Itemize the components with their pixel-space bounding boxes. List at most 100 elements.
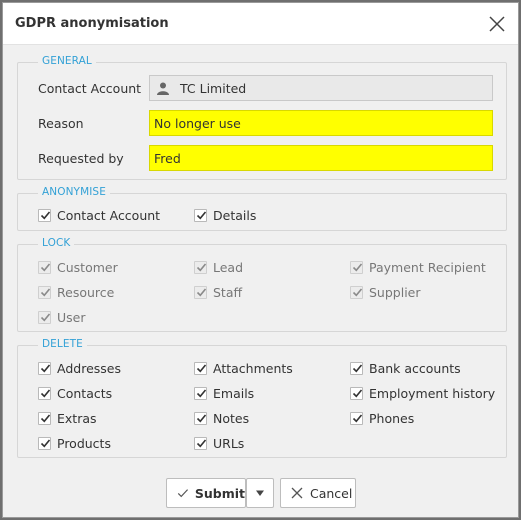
checkbox-box bbox=[38, 260, 51, 274]
checkbox-label: Details bbox=[213, 207, 257, 223]
anonymise-checkbox-contact-account[interactable]: Contact Account bbox=[38, 207, 160, 223]
checkbox-box bbox=[350, 411, 363, 425]
lock-legend: LOCK bbox=[38, 237, 75, 249]
checkbox-label: Addresses bbox=[57, 360, 121, 376]
delete-checkbox-employment-history[interactable]: Employment history bbox=[350, 385, 495, 401]
delete-checkbox-bank-accounts[interactable]: Bank accounts bbox=[350, 360, 461, 376]
user-icon bbox=[157, 82, 169, 95]
contact-account-field: TC Limited bbox=[149, 75, 493, 101]
close-button[interactable] bbox=[486, 13, 508, 35]
anonymise-section: ANONYMISE Contact Account Details bbox=[17, 186, 507, 231]
delete-checkbox-urls[interactable]: URLs bbox=[194, 435, 244, 451]
checkbox-box bbox=[38, 411, 51, 425]
checkbox-label: Attachments bbox=[213, 360, 293, 376]
submit-dropdown-button[interactable] bbox=[246, 478, 274, 508]
checkbox-box bbox=[194, 361, 207, 375]
lock-checkbox-lead: Lead bbox=[194, 259, 243, 275]
checkmark-icon bbox=[196, 438, 207, 447]
lock-section: LOCK Customer Lead Payment Recipient Resour… bbox=[17, 237, 507, 332]
anonymise-checkbox-details[interactable]: Details bbox=[194, 207, 256, 223]
checkbox-box bbox=[194, 260, 207, 274]
checkmark-icon bbox=[352, 262, 363, 271]
checkmark-icon bbox=[40, 210, 51, 219]
caret-down-icon bbox=[256, 490, 264, 496]
checkmark-icon bbox=[40, 312, 51, 321]
delete-checkbox-attachments[interactable]: Attachments bbox=[194, 360, 293, 376]
checkmark-icon bbox=[352, 413, 363, 422]
delete-checkbox-contacts[interactable]: Contacts bbox=[38, 385, 112, 401]
reason-input[interactable] bbox=[149, 110, 493, 136]
cancel-button[interactable]: Cancel bbox=[280, 478, 356, 508]
checkbox-label: URLs bbox=[213, 435, 245, 451]
checkbox-label: Emails bbox=[213, 385, 255, 401]
delete-checkbox-extras[interactable]: Extras bbox=[38, 410, 97, 426]
delete-checkbox-products[interactable]: Products bbox=[38, 435, 111, 451]
checkbox-label: Extras bbox=[57, 410, 97, 426]
close-icon bbox=[489, 16, 505, 32]
checkbox-box bbox=[350, 386, 363, 400]
checkbox-box bbox=[38, 386, 51, 400]
contact-account-value: TC Limited bbox=[180, 81, 247, 96]
checkbox-label: Staff bbox=[213, 284, 243, 300]
checkbox-label: Employment history bbox=[369, 385, 496, 401]
checkbox-label: Payment Recipient bbox=[369, 259, 486, 275]
lock-checkbox-customer: Customer bbox=[38, 259, 118, 275]
checkmark-icon bbox=[196, 363, 207, 372]
checkbox-box bbox=[194, 436, 207, 450]
checkmark-icon bbox=[40, 287, 51, 296]
checkbox-box bbox=[194, 285, 207, 299]
delete-checkbox-emails[interactable]: Emails bbox=[194, 385, 254, 401]
checkmark-icon bbox=[196, 262, 207, 271]
reason-label: Reason bbox=[38, 116, 84, 131]
general-legend: GENERAL bbox=[38, 55, 96, 67]
checkbox-label: Phones bbox=[369, 410, 415, 426]
checkbox-label: Notes bbox=[213, 410, 250, 426]
checkbox-label: Lead bbox=[213, 259, 244, 275]
checkbox-label: Customer bbox=[57, 259, 118, 275]
checkmark-icon bbox=[196, 388, 207, 397]
checkbox-box bbox=[38, 208, 51, 222]
anonymise-legend: ANONYMISE bbox=[38, 186, 110, 198]
lock-checkbox-user: User bbox=[38, 309, 86, 325]
cancel-label: Cancel bbox=[310, 485, 353, 501]
contact-account-row: Contact Account TC Limited bbox=[18, 75, 506, 101]
lock-checkbox-resource: Resource bbox=[38, 284, 114, 300]
delete-checkbox-phones[interactable]: Phones bbox=[350, 410, 414, 426]
delete-checkbox-addresses[interactable]: Addresses bbox=[38, 360, 121, 376]
checkmark-icon bbox=[40, 413, 51, 422]
checkbox-label: Supplier bbox=[369, 284, 421, 300]
checkbox-label: Resource bbox=[57, 284, 115, 300]
dialog-titlebar: GDPR anonymisation bbox=[3, 3, 518, 45]
checkbox-box bbox=[194, 386, 207, 400]
checkmark-icon bbox=[196, 287, 207, 296]
checkmark-icon bbox=[352, 287, 363, 296]
checkbox-box bbox=[194, 411, 207, 425]
checkbox-box bbox=[194, 208, 207, 222]
checkbox-box bbox=[38, 310, 51, 324]
checkbox-box bbox=[350, 260, 363, 274]
requested-by-row: Requested by bbox=[18, 145, 506, 171]
contact-account-label: Contact Account bbox=[38, 81, 142, 96]
checkmark-icon bbox=[196, 413, 207, 422]
checkbox-box bbox=[350, 285, 363, 299]
checkbox-box bbox=[38, 436, 51, 450]
lock-checkbox-payment-recipient: Payment Recipient bbox=[350, 259, 486, 275]
lock-checkbox-supplier: Supplier bbox=[350, 284, 421, 300]
delete-section: DELETE Addresses Attachments Bank accounts… bbox=[17, 338, 507, 458]
checkbox-label: Contact Account bbox=[57, 207, 161, 223]
x-icon bbox=[291, 487, 303, 499]
lock-checkbox-staff: Staff bbox=[194, 284, 242, 300]
reason-row: Reason bbox=[18, 110, 506, 136]
dialog-title: GDPR anonymisation bbox=[15, 16, 169, 31]
delete-checkbox-notes[interactable]: Notes bbox=[194, 410, 249, 426]
checkbox-label: Contacts bbox=[57, 385, 113, 401]
checkbox-box bbox=[350, 361, 363, 375]
checkbox-box bbox=[38, 361, 51, 375]
check-icon bbox=[177, 489, 189, 498]
checkmark-icon bbox=[40, 438, 51, 447]
delete-legend: DELETE bbox=[38, 338, 87, 350]
general-section: GENERAL Contact Account TC Limited Reaso… bbox=[17, 55, 507, 180]
requested-by-input[interactable] bbox=[149, 145, 493, 171]
checkmark-icon bbox=[352, 363, 363, 372]
submit-button[interactable]: Submit bbox=[166, 478, 246, 508]
